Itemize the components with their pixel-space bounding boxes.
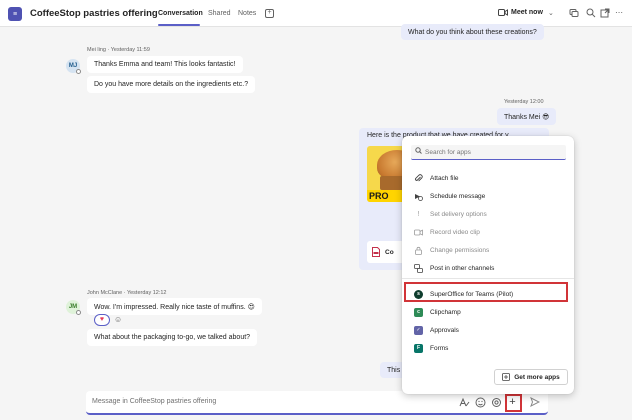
menu-item-label: Forms xyxy=(430,344,449,352)
chat-title: CoffeeStop pastries offering xyxy=(30,8,158,19)
paperclip-icon xyxy=(414,173,423,183)
get-more-apps-label: Get more apps xyxy=(514,373,560,381)
message-meta: John McClane · Yesterday 12:12 xyxy=(87,290,167,296)
menu-item-post-other-channels[interactable]: Post in other channels xyxy=(414,262,494,274)
active-tab-indicator xyxy=(158,24,200,26)
tab-notes[interactable]: Notes xyxy=(238,10,256,17)
compose-box[interactable]: Message in CoffeeStop pastries offering … xyxy=(86,391,548,415)
clipchamp-icon: c xyxy=(414,307,423,317)
app-item-approvals[interactable]: ✓ Approvals xyxy=(414,324,459,336)
popout-icon[interactable] xyxy=(600,8,610,18)
plus-button-highlight xyxy=(505,394,522,412)
more-options-icon[interactable]: ⋯ xyxy=(614,8,624,18)
message-text: Thanks Mei 😎 xyxy=(504,113,550,121)
menu-item-schedule-message[interactable]: Schedule message xyxy=(414,190,485,202)
file-name: Co xyxy=(385,248,394,256)
menu-item-label: Approvals xyxy=(430,326,459,334)
pdf-file-icon xyxy=(372,247,380,257)
divider xyxy=(402,278,574,279)
approvals-icon: ✓ xyxy=(414,325,423,335)
get-more-apps-button[interactable]: Get more apps xyxy=(494,369,568,385)
exclamation-icon: ! xyxy=(417,210,420,218)
app-search[interactable] xyxy=(411,145,566,160)
message-meta: Yesterday 12:00 xyxy=(504,99,544,105)
app-item-clipchamp[interactable]: c Clipchamp xyxy=(414,306,461,318)
video-camera-icon xyxy=(498,9,508,16)
message-meta: Mei ling · Yesterday 11:59 xyxy=(87,47,150,53)
menu-item-label: Record video clip xyxy=(430,228,480,236)
meet-now-label: Meet now xyxy=(511,9,543,16)
chevron-down-icon[interactable]: ⌄ xyxy=(548,9,554,17)
add-reaction-icon[interactable]: ☺ xyxy=(114,315,122,324)
message-text: This xyxy=(387,366,401,374)
format-icon[interactable] xyxy=(459,397,470,408)
message-bubble: Thanks Emma and team! This looks fantast… xyxy=(87,56,243,73)
search-icon[interactable] xyxy=(586,8,596,18)
avatar-initials: MJ xyxy=(68,63,78,69)
tab-conversation[interactable]: Conversation xyxy=(158,10,203,17)
search-icon xyxy=(415,147,422,156)
heart-reaction[interactable]: ♥ xyxy=(94,314,110,326)
menu-item-label: Set delivery options xyxy=(430,210,487,218)
message-text: Thanks Emma and team! This looks fantast… xyxy=(94,61,236,68)
message-bubble: Do you have more details on the ingredie… xyxy=(87,76,256,93)
add-app-icon xyxy=(502,373,511,381)
menu-item-attach-file[interactable]: Attach file xyxy=(414,172,459,184)
add-tab-button[interactable]: + xyxy=(265,9,274,18)
message-bubble-mine: What do you think about these creations? xyxy=(401,24,544,40)
menu-item-label: Clipchamp xyxy=(430,308,461,316)
menu-item-label: Attach file xyxy=(430,174,459,182)
message-bubble: Wow. I'm impressed. Really nice taste of… xyxy=(87,298,262,315)
video-icon xyxy=(414,228,423,237)
app-search-input[interactable] xyxy=(425,147,560,157)
message-text: What do you think about these creations? xyxy=(408,28,537,36)
forms-icon: F xyxy=(414,343,423,353)
message-text: Wow. I'm impressed. Really nice taste of… xyxy=(94,303,255,311)
apps-popup: Attach file Schedule message ! Set deliv… xyxy=(402,136,574,394)
avatar-initials: JM xyxy=(68,304,78,310)
avatar[interactable]: JM xyxy=(66,300,81,315)
tab-shared[interactable]: Shared xyxy=(208,10,231,17)
people-icon[interactable] xyxy=(569,8,579,18)
superoffice-highlight xyxy=(404,282,568,302)
app-item-forms[interactable]: F Forms xyxy=(414,342,448,354)
schedule-icon xyxy=(414,192,423,201)
loop-icon[interactable] xyxy=(491,397,502,408)
menu-item-delivery-options[interactable]: ! Set delivery options xyxy=(414,208,487,220)
message-text: Do you have more details on the ingredie… xyxy=(94,81,249,88)
compose-input[interactable]: Message in CoffeeStop pastries offering xyxy=(92,398,216,405)
menu-item-label: Change permissions xyxy=(430,246,490,254)
avatar[interactable]: MJ xyxy=(66,59,81,74)
message-bubble: What about the packaging to-go, we talke… xyxy=(87,329,258,346)
lock-icon xyxy=(414,246,423,255)
chat-header: ≡ CoffeeStop pastries offering Conversat… xyxy=(0,0,632,27)
menu-item-record-video[interactable]: Record video clip xyxy=(414,226,480,238)
presence-icon xyxy=(76,310,81,315)
send-icon[interactable] xyxy=(530,396,541,409)
menu-item-label: Schedule message xyxy=(430,192,486,200)
channels-icon xyxy=(414,263,423,273)
meet-now-button[interactable]: Meet now xyxy=(498,9,543,16)
menu-item-label: Post in other channels xyxy=(430,264,495,272)
message-bubble-mine: Thanks Mei 😎 xyxy=(497,108,557,125)
team-avatar[interactable]: ≡ xyxy=(8,7,22,21)
emoji-icon[interactable] xyxy=(475,397,486,408)
presence-icon xyxy=(76,69,81,74)
menu-item-change-permissions[interactable]: Change permissions xyxy=(414,244,489,256)
message-text: What about the packaging to-go, we talke… xyxy=(94,334,251,341)
